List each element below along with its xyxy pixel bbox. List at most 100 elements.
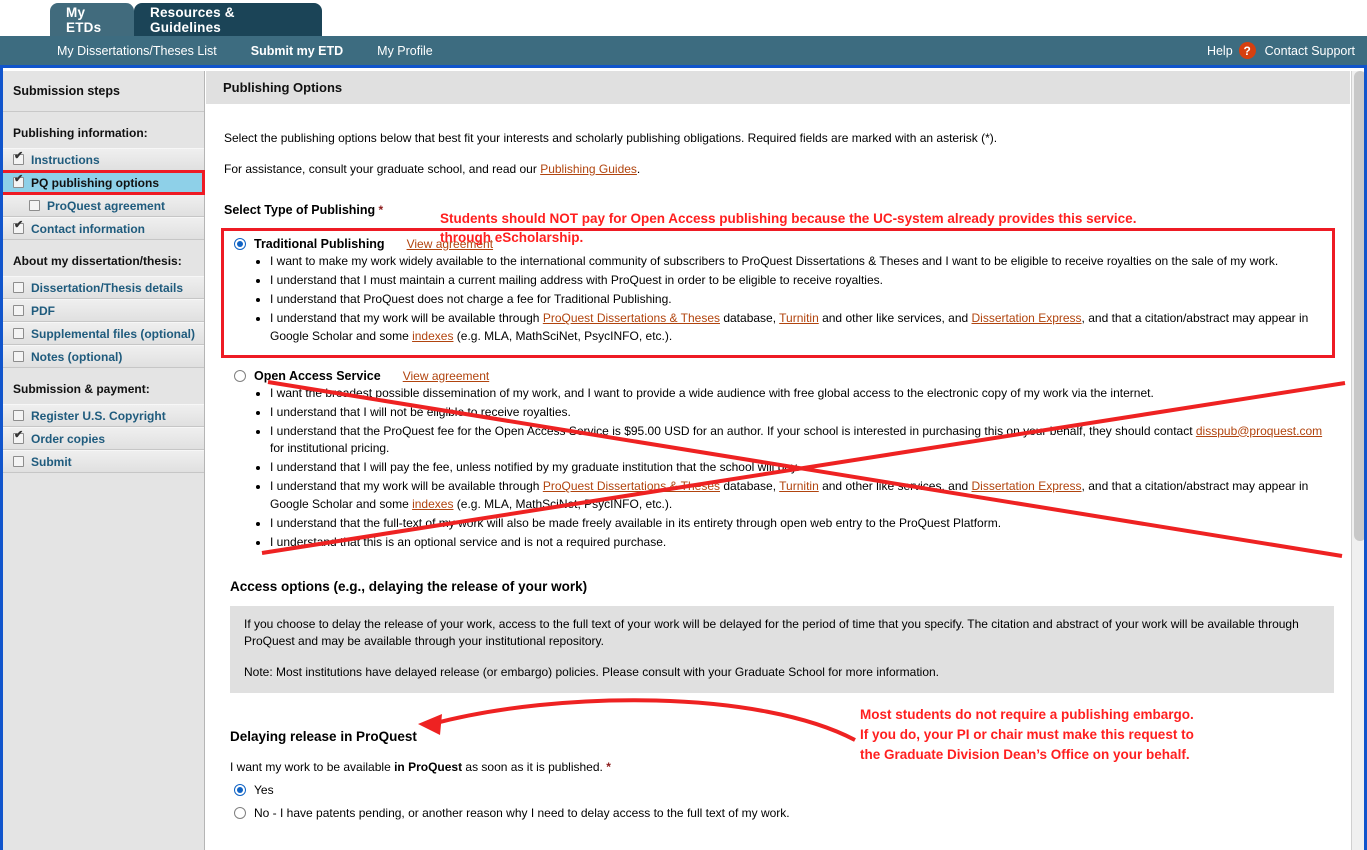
disspub-email-link[interactable]: disspub@proquest.com (1196, 424, 1322, 438)
intro-paragraph-2: For assistance, consult your graduate sc… (224, 162, 1332, 176)
nav-links: My Dissertations/Theses List Submit my E… (57, 44, 467, 58)
question-mark-icon[interactable]: ? (1238, 42, 1256, 59)
text: (e.g. MLA, MathSciNet, PsycINFO, etc.). (453, 496, 673, 511)
scrollbar-thumb[interactable] (1354, 71, 1366, 541)
required-asterisk: * (378, 203, 384, 217)
traditional-publishing-option[interactable]: Traditional Publishing View agreement I … (224, 237, 1326, 345)
radio-open-access-service[interactable] (234, 369, 246, 382)
list-item: I understand that this is an optional se… (270, 534, 1332, 552)
list-item: I understand that I must maintain a curr… (270, 272, 1326, 290)
required-asterisk: * (606, 760, 611, 774)
text: and other like services, and (818, 311, 972, 325)
open-access-service-title: Open Access Service (254, 368, 381, 383)
proquest-dissertations-theses-link[interactable]: ProQuest Dissertations & Theses (543, 479, 720, 493)
sidebar-title: Submission steps (0, 71, 204, 112)
turnitin-link[interactable]: Turnitin (779, 311, 819, 325)
sidebar-item-notes[interactable]: Notes (optional) (0, 345, 204, 368)
sidebar-item-label: ProQuest agreement (47, 198, 166, 213)
nav-submit-my-etd[interactable]: Submit my ETD (251, 44, 343, 58)
checkbox-icon-checked (13, 220, 24, 234)
sidebar-item-label: Instructions (31, 152, 100, 167)
intro2-pre: For assistance, consult your graduate sc… (224, 162, 541, 176)
sidebar-item-submit[interactable]: Submit (0, 450, 204, 473)
text: (e.g. MLA, MathSciNet, PsycINFO, etc.). (453, 328, 673, 343)
delay-option-no-label: No - I have patents pending, or another … (254, 806, 790, 820)
text: and other like services, and (818, 479, 972, 493)
sidebar-item-label: Dissertation/Thesis details (31, 280, 184, 295)
sidebar-group-heading-about: About my dissertation/thesis: (13, 254, 182, 268)
list-item: I understand that my work will be availa… (270, 478, 1332, 513)
turnitin-link[interactable]: Turnitin (779, 479, 819, 493)
access-options-note: If you choose to delay the release of yo… (230, 606, 1334, 693)
nav-help[interactable]: Help (1207, 44, 1233, 58)
text-bold: in ProQuest (394, 760, 463, 774)
text: for institutional pricing. (270, 441, 390, 455)
traditional-publishing-title: Traditional Publishing (254, 237, 385, 251)
checkbox-icon-unchecked (13, 351, 24, 362)
list-item: I understand that the ProQuest fee for t… (270, 423, 1332, 458)
sidebar-item-label: Submit (31, 454, 72, 469)
sidebar-item-dissertation-thesis-details[interactable]: Dissertation/Thesis details (0, 276, 204, 299)
text: database, (720, 311, 780, 325)
text: I understand that the ProQuest fee for t… (270, 423, 1196, 438)
radio-delay-no[interactable] (234, 807, 246, 819)
access-options-heading: Access options (e.g., delaying the relea… (230, 579, 588, 594)
dissertation-express-link[interactable]: Dissertation Express (972, 311, 1082, 325)
sidebar-item-label: Notes (optional) (31, 349, 123, 364)
checkbox-icon-checked (13, 174, 24, 188)
nav-my-dissertations-theses-list[interactable]: My Dissertations/Theses List (57, 44, 217, 58)
sidebar-item-contact-information[interactable]: Contact information (0, 217, 204, 240)
publishing-guides-link[interactable]: Publishing Guides (540, 162, 637, 176)
checkbox-icon-checked (13, 151, 24, 165)
intro2-post: . (636, 162, 641, 176)
access-note-paragraph-1: If you choose to delay the release of yo… (244, 617, 1299, 648)
nav-my-profile[interactable]: My Profile (377, 44, 433, 58)
radio-delay-yes[interactable] (234, 784, 246, 796)
sidebar-item-label: Order copies (31, 431, 106, 446)
sidebar-item-order-copies[interactable]: Order copies (0, 427, 204, 450)
open-access-view-agreement-link[interactable]: View agreement (403, 369, 490, 383)
select-type-of-publishing-label: Select Type of Publishing (224, 203, 376, 217)
list-item: I understand that my work will be availa… (270, 310, 1326, 345)
delay-option-yes[interactable]: Yes (234, 783, 1332, 797)
sidebar-item-supplemental-files[interactable]: Supplemental files (optional) (0, 322, 204, 345)
checkbox-icon-unchecked (13, 305, 24, 316)
dissertation-express-link[interactable]: Dissertation Express (972, 479, 1082, 493)
delay-option-yes-label: Yes (254, 783, 274, 797)
tab-my-etds[interactable]: My ETDs (50, 3, 134, 36)
list-item: I understand that I will pay the fee, un… (270, 459, 1332, 477)
sidebar-item-label: Contact information (31, 221, 145, 236)
proquest-dissertations-theses-link[interactable]: ProQuest Dissertations & Theses (543, 311, 720, 325)
sidebar-item-pq-publishing-options[interactable]: PQ publishing options (0, 170, 205, 195)
indexes-link[interactable]: indexes (412, 329, 453, 343)
sidebar-group-heading-publishing: Publishing information: (13, 126, 148, 140)
open-access-service-option[interactable]: Open Access Service View agreement I wan… (224, 369, 1332, 552)
tab-strip: My ETDs Resources & Guidelines (0, 0, 1367, 36)
indexes-link[interactable]: indexes (412, 497, 453, 511)
sidebar-item-pdf[interactable]: PDF (0, 299, 204, 322)
open-access-header: Open Access Service View agreement (234, 369, 1332, 383)
nav-contact-support[interactable]: Contact Support (1265, 44, 1355, 58)
traditional-publishing-option-block: Traditional Publishing View agreement I … (221, 228, 1335, 358)
list-item: I want to make my work widely available … (270, 253, 1326, 271)
radio-traditional-publishing[interactable] (234, 238, 246, 250)
tab-my-etds-label: My ETDs (66, 4, 102, 35)
checkbox-icon-unchecked (29, 200, 40, 211)
access-note-paragraph-2: Note: Most institutions have delayed rel… (244, 665, 940, 679)
sidebar-item-label: PQ publishing options (31, 175, 159, 190)
text: I want my work to be available (230, 760, 395, 774)
sidebar-item-register-us-copyright[interactable]: Register U.S. Copyright (0, 404, 204, 427)
tab-resources-guidelines[interactable]: Resources & Guidelines (134, 3, 322, 36)
checkbox-icon-unchecked (13, 456, 24, 467)
sidebar-item-label: PDF (31, 303, 55, 318)
delay-option-no[interactable]: No - I have patents pending, or another … (234, 806, 1332, 820)
text: I understand that my work will be availa… (270, 479, 543, 493)
sidebar-item-instructions[interactable]: Instructions (0, 148, 204, 171)
text: I understand that my work will be availa… (270, 311, 543, 325)
vertical-scrollbar[interactable] (1351, 71, 1367, 850)
sidebar-item-label: Supplemental files (optional) (31, 326, 196, 341)
text: as soon as it is published. (462, 760, 603, 774)
sidebar-group-heading-submission: Submission & payment: (13, 382, 150, 396)
sidebar-item-proquest-agreement[interactable]: ProQuest agreement (0, 194, 204, 217)
text: database, (720, 479, 780, 493)
